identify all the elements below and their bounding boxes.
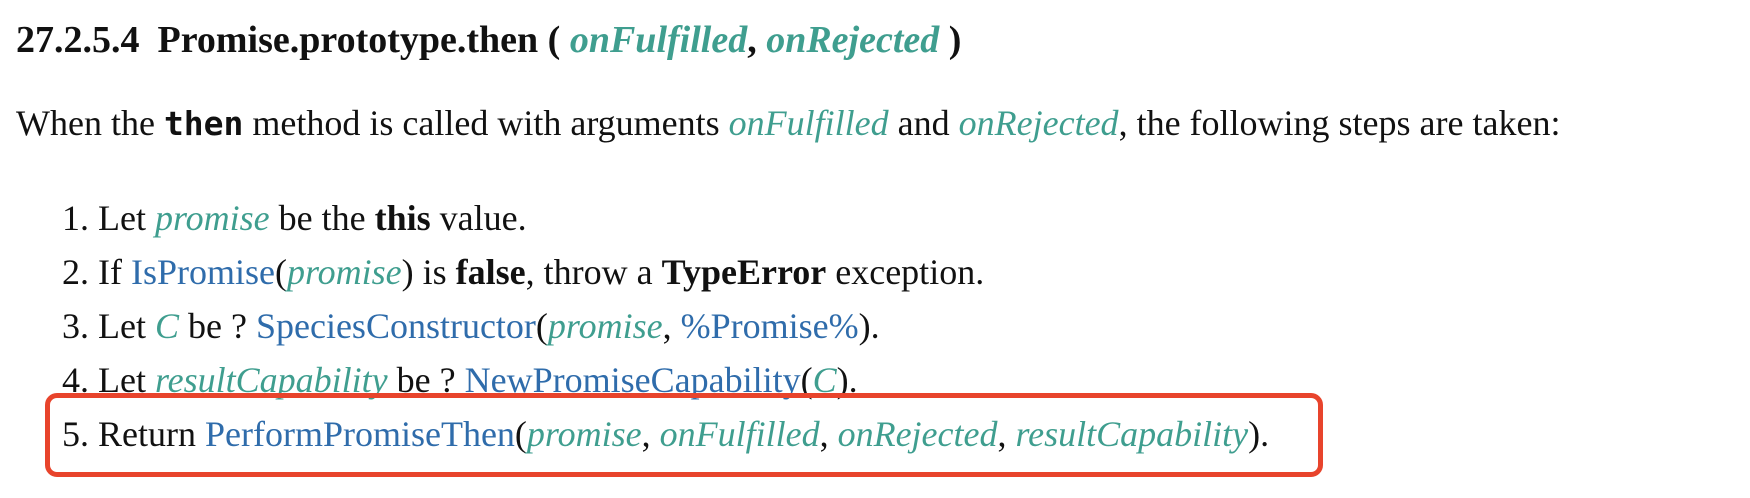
step-text: be ?: [179, 306, 256, 346]
section-heading: 27.2.5.4 Promise.prototype.then ( onFulfi…: [16, 14, 961, 66]
var-promise[interactable]: promise: [287, 252, 402, 292]
step-2: 2. If IsPromise(promise) is false, throw…: [62, 247, 1269, 301]
step-text: ) is: [401, 252, 456, 292]
heading-comma: ,: [747, 19, 757, 61]
heading-param-onfulfilled: onFulfilled: [569, 19, 748, 61]
var-promise[interactable]: promise: [548, 306, 663, 346]
var-onrejected: onRejected: [958, 103, 1119, 143]
step-text: If: [98, 252, 131, 292]
step-text: Let: [98, 198, 155, 238]
intro-paragraph: When the then method is called with argu…: [16, 98, 1560, 149]
intro-text: , the following steps are taken:: [1118, 103, 1561, 143]
heading-param-onrejected: onRejected: [766, 19, 940, 61]
step-3: 3. Let C be ? SpeciesConstructor(promise…: [62, 301, 1269, 355]
value-false: false: [455, 252, 526, 292]
step-number: 2.: [62, 252, 89, 292]
step-text: ).: [858, 306, 880, 346]
highlight-box-step-5: [45, 393, 1323, 477]
step-text: (: [274, 252, 287, 292]
var-c[interactable]: C: [155, 306, 179, 346]
step-text: , throw a: [525, 252, 662, 292]
step-text: ,: [662, 306, 681, 346]
code-then: then: [163, 104, 244, 143]
error-typeerror: TypeError: [661, 252, 827, 292]
heading-close-paren: ): [948, 19, 962, 61]
intro-text: When the: [16, 103, 164, 143]
heading-open-paren: (: [547, 19, 561, 61]
step-text: Let: [98, 306, 155, 346]
step-number: 1.: [62, 198, 89, 238]
intro-text: method is called with arguments: [243, 103, 729, 143]
step-text: (: [535, 306, 548, 346]
link-speciesconstructor[interactable]: SpeciesConstructor: [256, 306, 536, 346]
intro-text: and: [888, 103, 959, 143]
step-1: 1. Let promise be the this value.: [62, 193, 1269, 247]
var-promise[interactable]: promise: [155, 198, 270, 238]
var-onfulfilled: onFulfilled: [728, 103, 889, 143]
step-number: 3.: [62, 306, 89, 346]
step-text: be the: [269, 198, 375, 238]
step-text: exception.: [826, 252, 985, 292]
step-text: value.: [430, 198, 527, 238]
section-number: 27.2.5.4: [16, 19, 140, 61]
method-name: Promise.prototype.then: [157, 19, 539, 61]
keyword-this: this: [374, 198, 431, 238]
link-ispromise[interactable]: IsPromise: [131, 252, 275, 292]
link-promise-intrinsic[interactable]: %Promise%: [681, 306, 859, 346]
